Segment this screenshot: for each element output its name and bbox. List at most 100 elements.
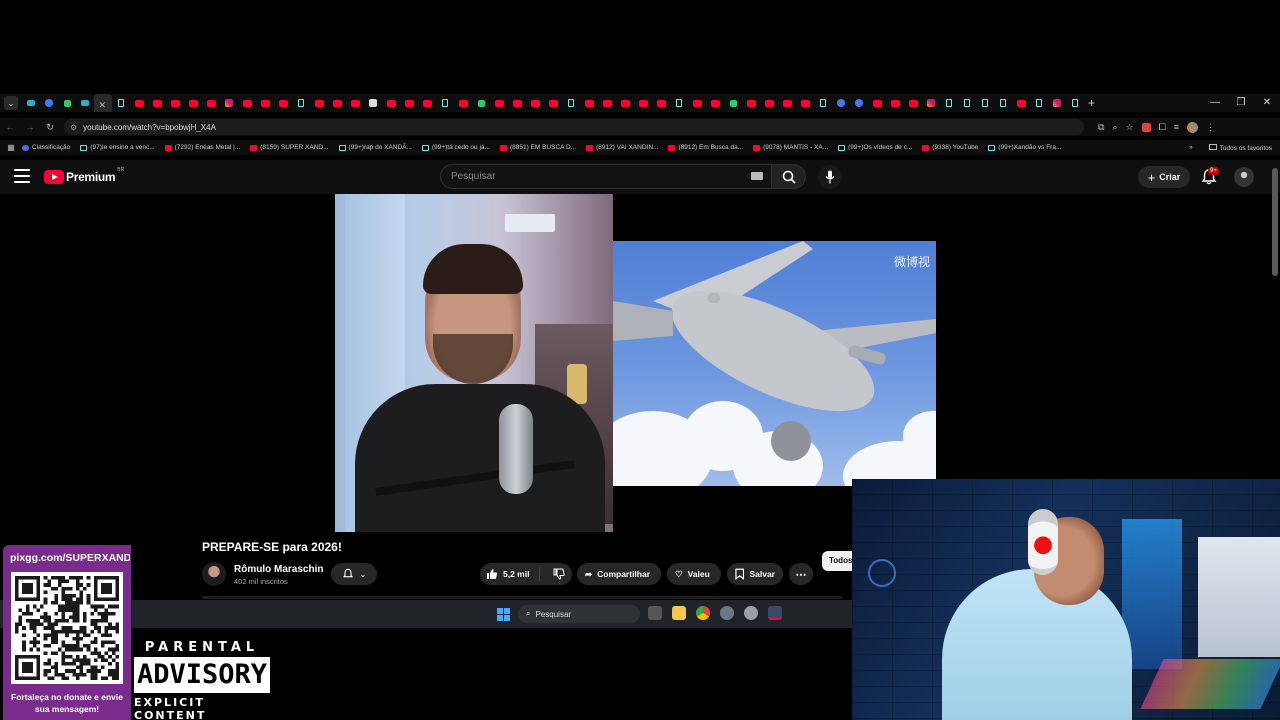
browser-tab[interactable]	[238, 94, 256, 112]
forward-button[interactable]: →	[20, 122, 40, 132]
browser-tab[interactable]	[886, 94, 904, 112]
page-scrollbar[interactable]	[1272, 168, 1278, 276]
all-bookmarks-button[interactable]: Todos os favoritos	[1208, 143, 1272, 152]
bookmark-item[interactable]: (99+)rap do XANDÃ...	[338, 144, 412, 151]
extension-icon[interactable]	[1141, 122, 1151, 132]
reading-list-icon[interactable]: ≡	[1174, 122, 1179, 132]
create-button[interactable]: + Criar	[1138, 166, 1190, 188]
menu-icon[interactable]	[14, 169, 30, 183]
keyboard-icon[interactable]	[751, 172, 763, 180]
browser-tab[interactable]	[22, 94, 40, 112]
browser-tab[interactable]	[1030, 94, 1048, 112]
browser-tab[interactable]	[706, 94, 724, 112]
browser-tab[interactable]	[364, 94, 382, 112]
bookmark-item[interactable]: (7292) Enéas Metal |...	[164, 144, 240, 151]
bookmark-item[interactable]: (8912) VAI XANDIN...	[586, 144, 658, 151]
browser-tab[interactable]	[688, 94, 706, 112]
bookmark-item[interactable]: (99+)tá cedo ou já...	[421, 144, 490, 151]
install-app-icon[interactable]: ⧉	[1098, 122, 1104, 133]
like-button[interactable]: 5,2 mil	[480, 567, 540, 581]
browser-tab[interactable]	[1048, 94, 1066, 112]
browser-tab[interactable]	[472, 94, 490, 112]
browser-tab[interactable]	[256, 94, 274, 112]
save-button[interactable]: Salvar	[727, 563, 783, 585]
browser-tab[interactable]	[346, 94, 364, 112]
browser-tab[interactable]	[850, 94, 868, 112]
maximize-button[interactable]: ❐	[1228, 94, 1254, 112]
channel-avatar[interactable]	[202, 562, 226, 586]
taskbar-search[interactable]: ⌕ Pesquisar	[518, 605, 640, 623]
profile-avatar[interactable]	[1187, 121, 1199, 133]
bookmark-item[interactable]: (99+)Os vídeos de c...	[838, 144, 912, 151]
browser-tab[interactable]	[670, 94, 688, 112]
bookmarks-overflow-button[interactable]: »	[1189, 144, 1193, 151]
bookmark-item[interactable]: (99+)Xandão vs Fra...	[988, 144, 1061, 151]
browser-tab[interactable]	[868, 94, 886, 112]
channel-name[interactable]: Rômulo Maraschin	[234, 564, 323, 575]
browser-tab[interactable]	[1012, 94, 1030, 112]
browser-tab[interactable]	[724, 94, 742, 112]
browser-tab[interactable]	[328, 94, 346, 112]
browser-tab[interactable]	[490, 94, 508, 112]
bookmark-item[interactable]: (8912) Em Busca da...	[668, 144, 743, 151]
browser-tab[interactable]	[292, 94, 310, 112]
browser-tab[interactable]	[796, 94, 814, 112]
bookmark-item[interactable]: (9078) MANTIS - XA...	[753, 144, 828, 151]
bookmark-item[interactable]: Classificação	[22, 144, 70, 151]
browser-tab[interactable]	[778, 94, 796, 112]
browser-tab[interactable]	[994, 94, 1012, 112]
close-window-button[interactable]: ✕	[1254, 94, 1280, 112]
browser-tab[interactable]	[148, 94, 166, 112]
obs-icon[interactable]	[744, 606, 758, 620]
back-button[interactable]: ←	[0, 122, 20, 132]
browser-tab[interactable]	[580, 94, 598, 112]
browser-tab[interactable]	[382, 94, 400, 112]
tab-search-icon[interactable]: ⌄	[4, 96, 18, 110]
browser-tab[interactable]	[742, 94, 760, 112]
bookmark-item[interactable]: (8159) SUPER XAND...	[250, 144, 329, 151]
browser-tab[interactable]	[508, 94, 526, 112]
search-input[interactable]: Pesquisar	[440, 164, 772, 189]
browser-tab[interactable]	[904, 94, 922, 112]
file-explorer-icon[interactable]	[672, 606, 686, 620]
browser-tab[interactable]	[76, 94, 94, 112]
browser-tab[interactable]	[40, 94, 58, 112]
browser-tab[interactable]	[814, 94, 832, 112]
new-tab-button[interactable]: +	[1088, 96, 1095, 110]
more-actions-button[interactable]: ⋯	[789, 563, 813, 585]
browser-tab[interactable]	[454, 94, 472, 112]
browser-tab[interactable]	[526, 94, 544, 112]
dislike-button[interactable]	[545, 568, 572, 580]
browser-tab[interactable]	[976, 94, 994, 112]
browser-tab[interactable]	[274, 94, 292, 112]
browser-tab[interactable]	[598, 94, 616, 112]
steam-icon[interactable]	[768, 606, 782, 620]
zoom-icon[interactable]: ⌕	[1112, 122, 1117, 133]
browser-tab[interactable]	[436, 94, 454, 112]
windows-start-icon[interactable]	[497, 608, 510, 621]
browser-tab[interactable]	[652, 94, 670, 112]
browser-tab[interactable]	[112, 94, 130, 112]
browser-tab[interactable]	[544, 94, 562, 112]
url-field[interactable]: ⚙ youtube.com/watch?v=bpobwjH_X4A	[64, 119, 1084, 135]
account-avatar[interactable]	[1234, 167, 1254, 187]
search-button[interactable]	[772, 164, 806, 189]
extensions-puzzle-icon[interactable]: ⧠	[1159, 122, 1166, 133]
youtube-premium-logo[interactable]: Premium BR	[44, 167, 124, 184]
voice-search-button[interactable]	[818, 165, 842, 189]
browser-tab[interactable]	[760, 94, 778, 112]
minimize-button[interactable]: —	[1202, 94, 1228, 112]
bookmark-item[interactable]: (8851) EM BUSCA D...	[499, 144, 576, 151]
browser-tab[interactable]	[634, 94, 652, 112]
task-view-icon[interactable]	[648, 606, 662, 620]
bookmark-item[interactable]: (97)Ie ensino a venc...	[80, 144, 155, 151]
settings-gear-icon[interactable]	[720, 606, 734, 620]
browser-tab[interactable]	[616, 94, 634, 112]
browser-tab[interactable]	[418, 94, 436, 112]
browser-tab[interactable]	[58, 94, 76, 112]
apps-grid-icon[interactable]: ▦	[0, 143, 22, 152]
browser-tab[interactable]	[940, 94, 958, 112]
close-tab-icon[interactable]: ✕	[99, 100, 108, 110]
tab-active[interactable]: ✕	[94, 94, 112, 112]
browser-tab[interactable]	[400, 94, 418, 112]
